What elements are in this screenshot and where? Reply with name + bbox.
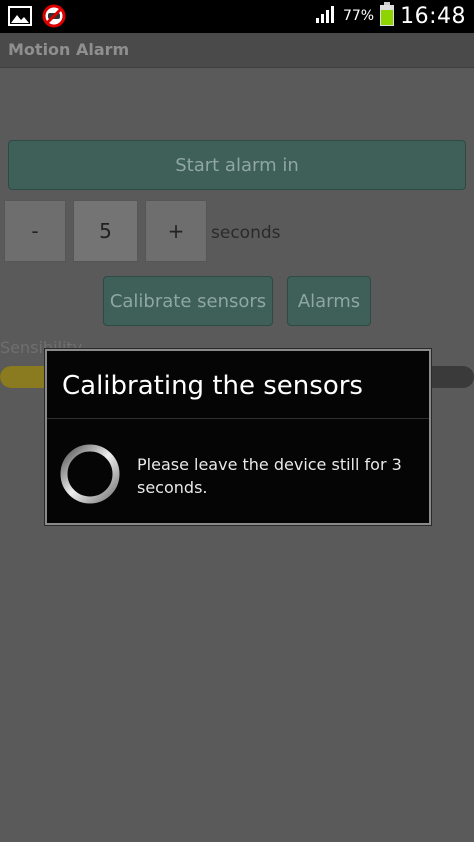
increase-button[interactable]: + [145, 200, 207, 262]
screen: 77% 16:48 Motion Alarm Start alarm in - … [0, 0, 474, 842]
app-bar: Motion Alarm [0, 33, 474, 68]
clock: 16:48 [400, 3, 466, 29]
battery-percent: 77% [342, 8, 375, 24]
progress-spinner-icon [59, 443, 121, 505]
seconds-label: seconds [211, 223, 281, 243]
dialog-title: Calibrating the sensors [62, 371, 363, 401]
decrease-button[interactable]: - [4, 200, 66, 262]
no-notification-icon [42, 4, 66, 32]
status-indicators: 77% 16:48 [315, 2, 466, 30]
status-bar: 77% 16:48 [0, 0, 474, 33]
sensibility-slider-fill [0, 366, 48, 388]
dialog-divider [47, 418, 429, 419]
delay-value-field[interactable]: 5 [73, 200, 138, 262]
notification-icons [8, 4, 66, 32]
signal-icon [315, 4, 337, 28]
battery-icon [380, 2, 395, 30]
calibrating-dialog: Calibrating the sensors Please leave the… [45, 349, 431, 525]
app-title: Motion Alarm [8, 40, 130, 59]
calibrate-sensors-button[interactable]: Calibrate sensors [103, 276, 273, 326]
start-alarm-button[interactable]: Start alarm in [8, 140, 466, 190]
gallery-icon [8, 6, 32, 30]
alarms-button[interactable]: Alarms [287, 276, 371, 326]
dialog-message: Please leave the device still for 3 seco… [137, 455, 402, 497]
